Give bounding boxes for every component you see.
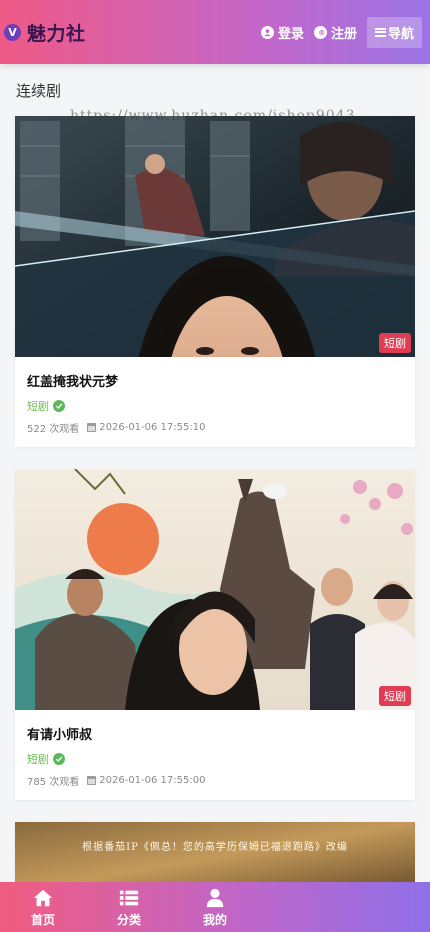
drama-card[interactable]: 短剧 红盖掩我状元梦 短剧 522 次观看 2026-01-06 17:55:1… bbox=[15, 116, 415, 447]
tab-category[interactable]: 分类 bbox=[86, 882, 172, 932]
home-icon bbox=[33, 889, 53, 906]
watermark-text: https://www.huzhan.com/ishop9043 bbox=[70, 108, 356, 124]
verified-check-icon bbox=[53, 753, 65, 765]
section-title: 连续剧 bbox=[16, 82, 62, 100]
publish-date: 2026-01-06 17:55:10 bbox=[99, 422, 206, 433]
menu-icon bbox=[374, 27, 386, 37]
calendar-icon bbox=[87, 776, 97, 785]
tab-home-label: 首页 bbox=[30, 912, 55, 927]
register-button[interactable]: ® 注册 bbox=[313, 23, 357, 42]
publish-date: 2026-01-06 17:55:00 bbox=[99, 775, 206, 786]
logo-badge-icon: V bbox=[4, 23, 21, 41]
tab-home[interactable]: 首页 bbox=[0, 882, 86, 932]
tab-category-label: 分类 bbox=[116, 912, 141, 927]
drama-card[interactable]: 短剧 有请小师叔 短剧 785 次观看 2026-01-06 17:55:00 bbox=[15, 469, 415, 800]
svg-text:®: ® bbox=[318, 28, 325, 37]
drama-meta: 785 次观看 2026-01-06 17:55:00 bbox=[27, 773, 403, 788]
category-label: 短剧 bbox=[27, 753, 49, 766]
drama-cover-image[interactable]: 短剧 bbox=[15, 116, 415, 357]
view-count: 522 次观看 bbox=[27, 424, 80, 435]
login-button[interactable]: 登录 bbox=[260, 23, 304, 42]
bottom-tab-bar: 首页 分类 我的 bbox=[0, 882, 430, 932]
user-icon bbox=[206, 888, 224, 907]
site-logo[interactable]: V 魅力社 bbox=[4, 19, 86, 46]
drama-cover-image[interactable]: 短剧 bbox=[15, 469, 415, 710]
drama-title[interactable]: 红盖掩我状元梦 bbox=[27, 371, 403, 390]
navigation-label: 导航 bbox=[387, 26, 414, 42]
tab-mine-label: 我的 bbox=[202, 912, 227, 927]
login-label: 登录 bbox=[277, 26, 304, 42]
register-icon: ® bbox=[313, 25, 327, 39]
drama-title[interactable]: 有请小师叔 bbox=[27, 724, 403, 743]
category-tag: 短剧 bbox=[379, 333, 411, 353]
view-count: 785 次观看 bbox=[27, 777, 80, 788]
navigation-button[interactable]: 导航 bbox=[366, 16, 422, 48]
category-tag: 短剧 bbox=[379, 686, 411, 706]
top-header: V 魅力社 登录 ® 注册 导航 bbox=[0, 0, 430, 64]
user-circle-icon bbox=[260, 25, 274, 39]
list-icon bbox=[119, 890, 139, 905]
verified-check-icon bbox=[53, 400, 65, 412]
tab-mine[interactable]: 我的 bbox=[172, 882, 258, 932]
drama-category[interactable]: 短剧 bbox=[27, 751, 403, 767]
register-label: 注册 bbox=[330, 26, 357, 42]
category-label: 短剧 bbox=[27, 400, 49, 413]
drama-meta: 522 次观看 2026-01-06 17:55:10 bbox=[27, 420, 403, 435]
logo-text: 魅力社 bbox=[27, 22, 86, 45]
poster-caption: 根据番茄IP《佩总！您的高学历保姆已福退跑路》改编 bbox=[82, 842, 348, 853]
drama-category[interactable]: 短剧 bbox=[27, 398, 403, 414]
calendar-icon bbox=[87, 423, 97, 432]
